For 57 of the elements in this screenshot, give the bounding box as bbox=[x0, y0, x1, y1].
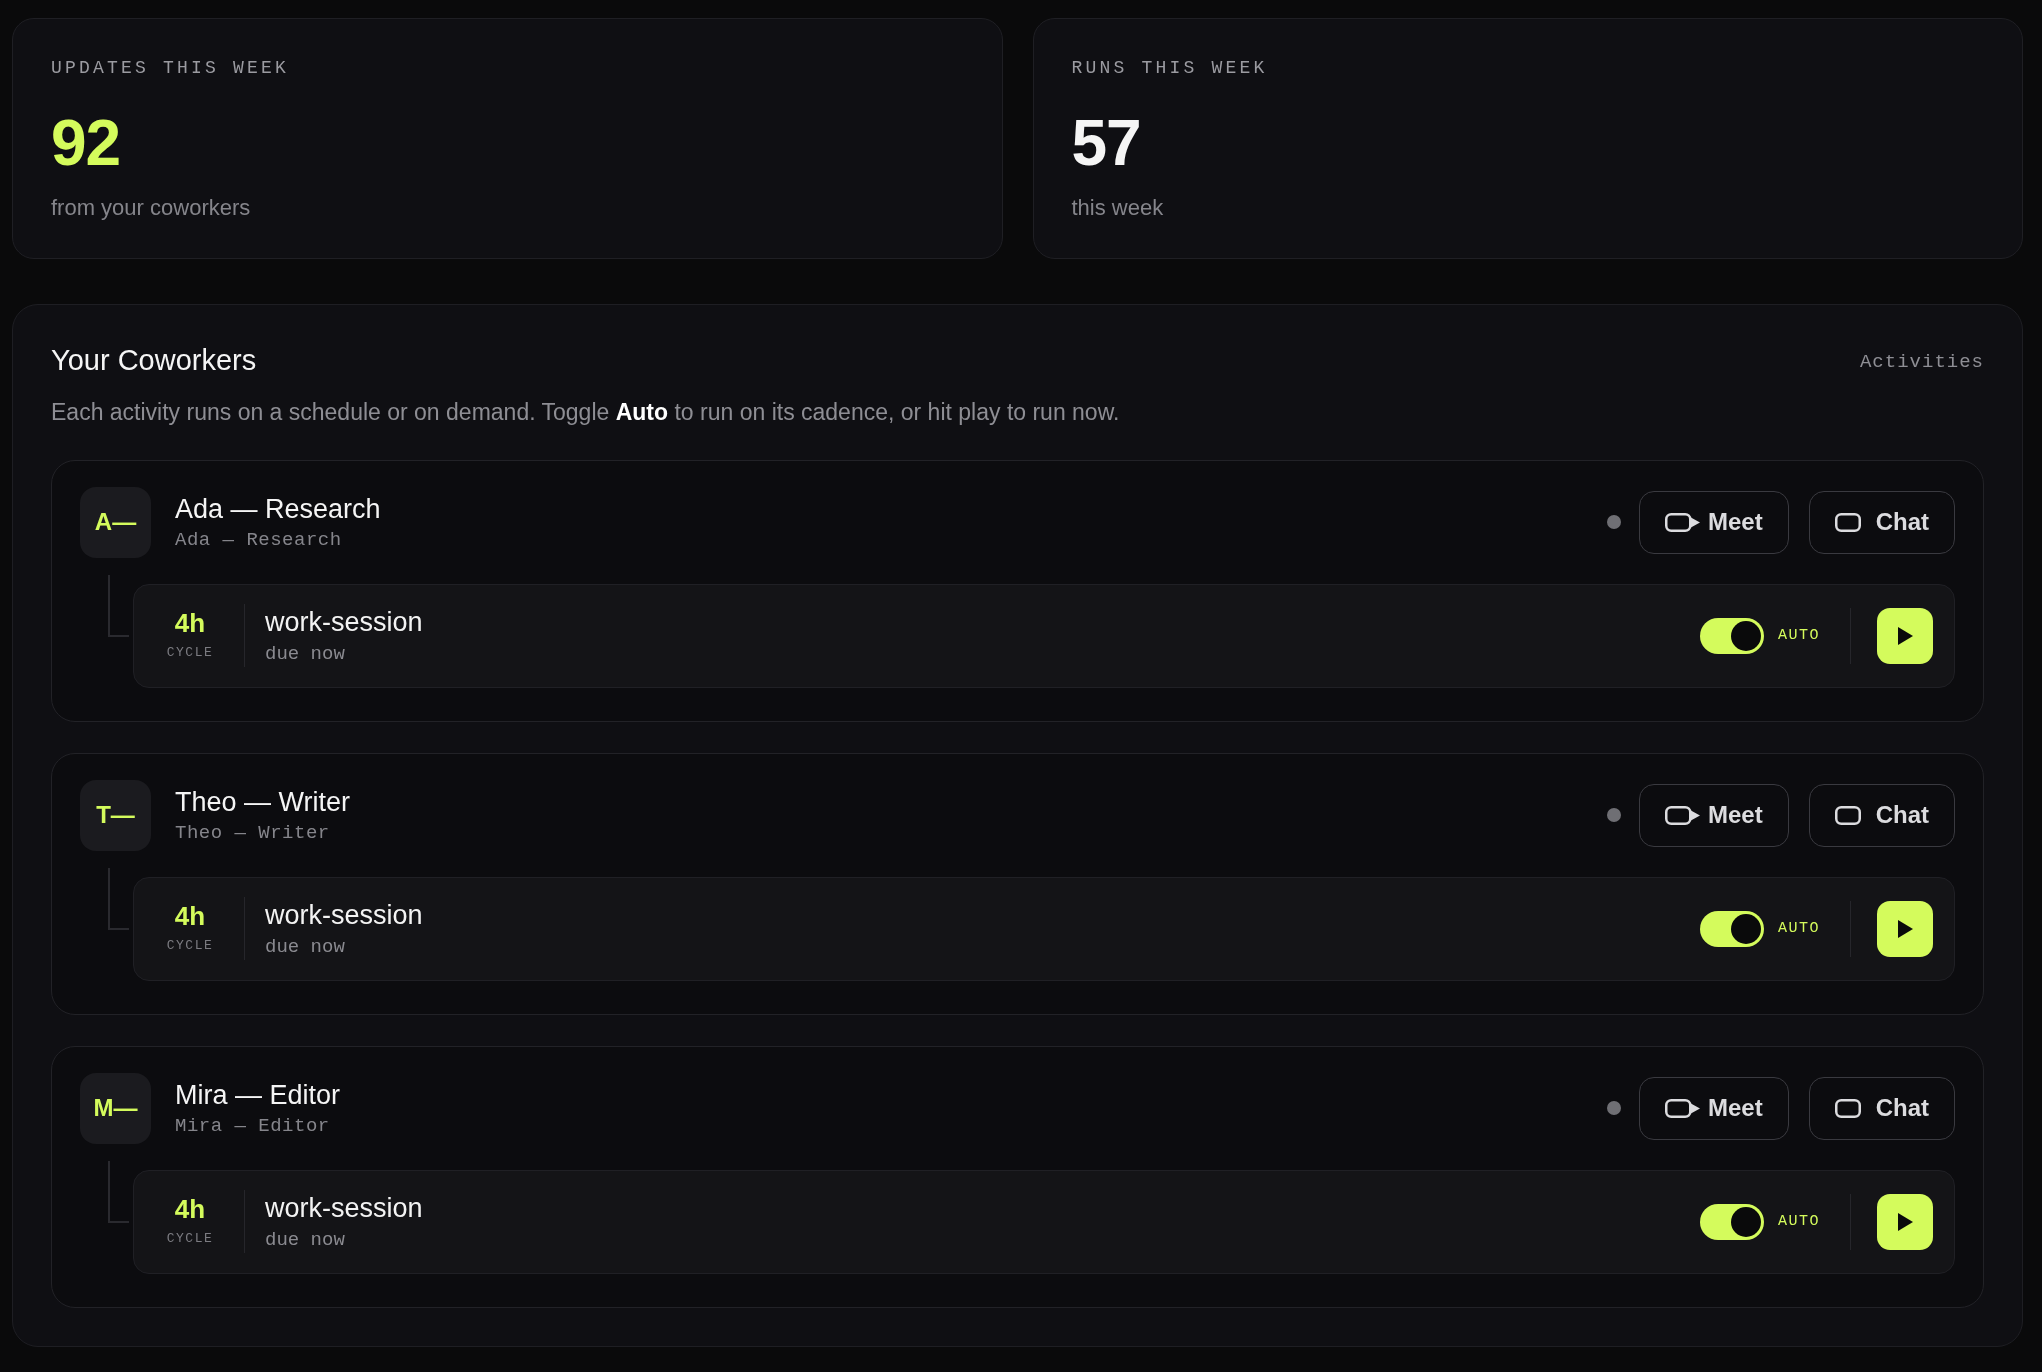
avatar: M— bbox=[80, 1072, 151, 1144]
stat-label: RUNS THIS WEEK bbox=[1071, 57, 1269, 80]
play-button[interactable] bbox=[1877, 1193, 1933, 1250]
stat-caption: this week bbox=[1071, 194, 1165, 222]
auto-label: AUTO bbox=[1778, 918, 1820, 939]
play-button[interactable] bbox=[1877, 607, 1933, 664]
stat-label: UPDATES THIS WEEK bbox=[51, 57, 291, 80]
due-status: due now bbox=[265, 1228, 346, 1252]
chat-button[interactable]: Chat bbox=[1808, 490, 1955, 554]
chat-bubble-icon bbox=[1834, 1098, 1861, 1118]
chat-bubble-icon bbox=[1834, 512, 1861, 532]
section-label: Activities bbox=[1859, 350, 1984, 376]
auto-label: AUTO bbox=[1778, 1211, 1820, 1232]
coworker-role: Ada — Research bbox=[175, 528, 343, 552]
avatar: T— bbox=[80, 779, 151, 851]
meet-button[interactable]: Meet bbox=[1638, 783, 1789, 847]
stat-value: 92 bbox=[51, 111, 122, 175]
chat-button[interactable]: Chat bbox=[1808, 1076, 1955, 1140]
section-title: Your Coworkers bbox=[51, 343, 257, 378]
play-button[interactable] bbox=[1877, 900, 1933, 957]
avatar: A— bbox=[80, 486, 151, 558]
chat-bubble-icon bbox=[1834, 805, 1861, 825]
coworker-name: Theo — Writer bbox=[175, 785, 351, 818]
tree-connector bbox=[108, 574, 129, 637]
chat-button[interactable]: Chat bbox=[1808, 783, 1955, 847]
cycle-value: 4h bbox=[174, 608, 206, 638]
meet-button[interactable]: Meet bbox=[1638, 490, 1789, 554]
play-icon bbox=[1897, 1212, 1913, 1231]
meet-button[interactable]: Meet bbox=[1638, 1076, 1789, 1140]
play-icon bbox=[1897, 626, 1913, 645]
stat-value: 57 bbox=[1071, 111, 1142, 175]
play-icon bbox=[1897, 919, 1913, 938]
activity-name: work-session bbox=[265, 605, 423, 638]
cycle-label: CYCLE bbox=[166, 644, 214, 663]
cycle-value: 4h bbox=[174, 1194, 206, 1224]
video-camera-icon bbox=[1664, 1098, 1700, 1118]
auto-toggle[interactable] bbox=[1700, 617, 1764, 654]
coworker-name: Mira — Editor bbox=[175, 1078, 341, 1111]
cycle-label: CYCLE bbox=[166, 1230, 214, 1249]
due-status: due now bbox=[265, 642, 346, 666]
auto-toggle[interactable] bbox=[1700, 1203, 1764, 1240]
video-camera-icon bbox=[1664, 512, 1700, 532]
coworker-role: Theo — Writer bbox=[175, 821, 331, 845]
stat-caption: from your coworkers bbox=[51, 194, 252, 222]
cycle-label: CYCLE bbox=[166, 937, 214, 956]
tree-connector bbox=[108, 867, 129, 930]
tree-connector bbox=[108, 1160, 129, 1223]
cycle-value: 4h bbox=[174, 901, 206, 931]
activity-name: work-session bbox=[265, 898, 423, 931]
video-camera-icon bbox=[1664, 805, 1700, 825]
coworker-name: Ada — Research bbox=[175, 492, 381, 525]
due-status: due now bbox=[265, 935, 346, 959]
section-description: Each activity runs on a schedule or on demand. Toggle Auto to run on its cadence, or hit play to run now. bbox=[51, 397, 1121, 427]
auto-label: AUTO bbox=[1778, 625, 1820, 646]
activity-name: work-session bbox=[265, 1191, 423, 1224]
coworker-role: Mira — Editor bbox=[175, 1114, 331, 1138]
auto-toggle[interactable] bbox=[1700, 910, 1764, 947]
